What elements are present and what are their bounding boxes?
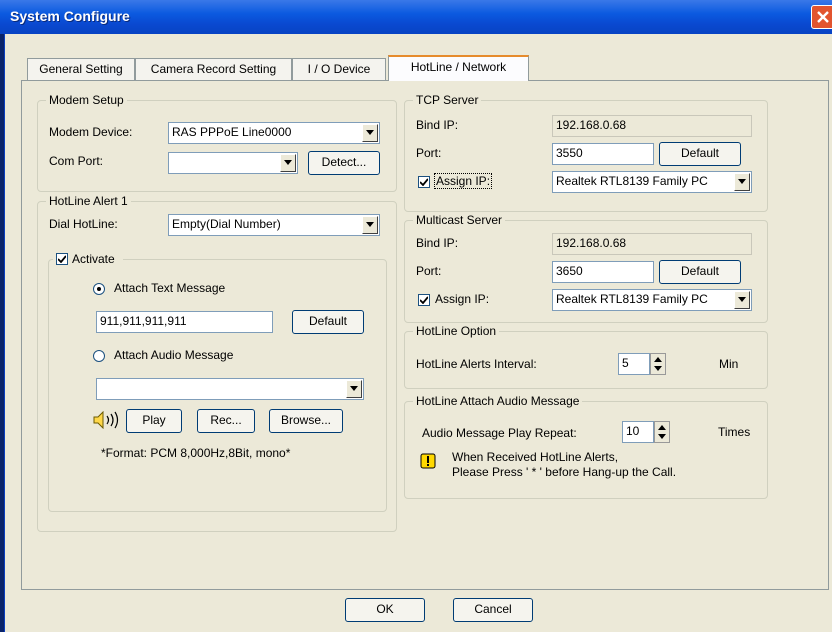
chevron-down-icon[interactable] xyxy=(346,380,362,398)
attach-text-radio[interactable] xyxy=(93,283,105,295)
activate-checkbox[interactable] xyxy=(56,253,68,265)
dial-hotline-select[interactable]: Empty(Dial Number) xyxy=(168,214,380,236)
hotline-option-legend: HotLine Option xyxy=(413,324,500,338)
multicast-bind-ip-label: Bind IP: xyxy=(416,236,459,250)
dial-hotline-value: Empty(Dial Number) xyxy=(172,217,281,231)
multicast-server-group: Multicast Server Bind IP: 192.168.0.68 P… xyxy=(404,213,768,323)
close-icon xyxy=(817,11,829,23)
attach-audio-label: Attach Audio Message xyxy=(114,348,234,362)
play-button[interactable]: Play xyxy=(126,409,182,433)
detect-button[interactable]: Detect... xyxy=(308,151,380,175)
multicast-port-input[interactable]: 3650 xyxy=(552,261,654,283)
dial-hotline-label: Dial HotLine: xyxy=(49,217,118,231)
chevron-down-icon xyxy=(658,434,666,439)
dialog-body: General Setting Camera Record Setting I … xyxy=(4,34,832,632)
close-button[interactable] xyxy=(811,5,832,29)
chevron-down-icon[interactable] xyxy=(362,216,378,234)
check-icon xyxy=(420,178,428,186)
window-title: System Configure xyxy=(10,8,130,24)
spin-up-button[interactable] xyxy=(655,422,669,432)
multicast-bind-ip-field: 192.168.0.68 xyxy=(552,233,752,255)
hotline-alert-legend: HotLine Alert 1 xyxy=(46,194,131,208)
speaker-icon xyxy=(93,411,119,429)
tcp-bind-ip-field: 192.168.0.68 xyxy=(552,115,752,137)
browse-button[interactable]: Browse... xyxy=(269,409,343,433)
spin-up-button[interactable] xyxy=(651,354,665,364)
chevron-down-icon xyxy=(654,366,662,371)
audio-file-select[interactable] xyxy=(96,378,364,400)
tab-hotline-network[interactable]: HotLine / Network xyxy=(388,55,529,81)
modem-setup-legend: Modem Setup xyxy=(46,93,127,107)
com-port-select[interactable] xyxy=(168,152,298,174)
check-icon xyxy=(58,255,66,263)
radio-selected-dot xyxy=(97,287,101,291)
modem-device-value: RAS PPPoE Line0000 xyxy=(172,125,292,139)
alerts-interval-label: HotLine Alerts Interval: xyxy=(416,357,537,371)
tab-io-device[interactable]: I / O Device xyxy=(292,58,386,80)
chevron-down-icon[interactable] xyxy=(362,124,378,142)
multicast-port-label: Port: xyxy=(416,264,442,278)
alerts-interval-spinner[interactable] xyxy=(650,353,666,375)
attach-audio-radio[interactable] xyxy=(93,350,105,362)
chevron-down-icon[interactable] xyxy=(734,173,750,191)
chevron-up-icon xyxy=(658,425,666,430)
tcp-assign-ip-label[interactable]: Assign IP: xyxy=(434,173,493,189)
audio-message-legend: HotLine Attach Audio Message xyxy=(413,394,583,408)
modem-device-label: Modem Device: xyxy=(49,125,133,139)
multicast-assign-ip-label: Assign IP: xyxy=(435,292,490,306)
alert-note-line2: Please Press ' * ' before Hang-up the Ca… xyxy=(452,465,677,479)
interval-unit: Min xyxy=(719,357,739,371)
multicast-assign-ip-checkbox[interactable] xyxy=(418,294,430,306)
cancel-button[interactable]: Cancel xyxy=(453,598,533,622)
spin-down-button[interactable] xyxy=(651,364,665,374)
activate-label: Activate xyxy=(72,252,115,266)
com-port-label: Com Port: xyxy=(49,154,104,168)
attach-text-label: Attach Text Message xyxy=(114,281,226,295)
activate-group: Activate Attach Text Message 911,911,911… xyxy=(48,251,387,512)
play-repeat-spinner[interactable] xyxy=(654,421,670,443)
chevron-down-icon[interactable] xyxy=(280,154,296,172)
multicast-adapter-select[interactable]: Realtek RTL8139 Family PC xyxy=(552,289,752,311)
hotline-network-panel: Modem Setup Modem Device: RAS PPPoE Line… xyxy=(21,80,829,590)
check-icon xyxy=(420,296,428,304)
tab-general-setting[interactable]: General Setting xyxy=(27,58,135,80)
tab-camera-record-setting[interactable]: Camera Record Setting xyxy=(135,58,292,80)
chevron-up-icon xyxy=(654,357,662,362)
text-message-input[interactable]: 911,911,911,911 xyxy=(96,311,273,333)
multicast-default-button[interactable]: Default xyxy=(659,260,741,284)
chevron-down-icon[interactable] xyxy=(734,291,750,309)
hotline-alert-group: HotLine Alert 1 Dial HotLine: Empty(Dial… xyxy=(37,194,397,532)
modem-setup-group: Modem Setup Modem Device: RAS PPPoE Line… xyxy=(37,93,397,192)
tcp-port-label: Port: xyxy=(416,146,442,160)
activate-legend: Activate xyxy=(53,251,123,269)
multicast-adapter-value: Realtek RTL8139 Family PC xyxy=(556,292,708,306)
tcp-server-group: TCP Server Bind IP: 192.168.0.68 Port: 3… xyxy=(404,93,768,212)
tcp-assign-ip-checkbox[interactable] xyxy=(418,176,430,188)
tcp-bind-ip-label: Bind IP: xyxy=(416,118,459,132)
warning-icon xyxy=(420,453,436,469)
ok-button[interactable]: OK xyxy=(345,598,425,622)
modem-device-select[interactable]: RAS PPPoE Line0000 xyxy=(168,122,380,144)
tcp-server-legend: TCP Server xyxy=(413,93,482,107)
tcp-adapter-select[interactable]: Realtek RTL8139 Family PC xyxy=(552,171,752,193)
rec-button[interactable]: Rec... xyxy=(197,409,255,433)
play-repeat-label: Audio Message Play Repeat: xyxy=(422,426,577,440)
text-default-button[interactable]: Default xyxy=(292,310,364,334)
tcp-adapter-value: Realtek RTL8139 Family PC xyxy=(556,174,708,188)
alert-note-line1: When Received HotLine Alerts, xyxy=(452,450,619,464)
alerts-interval-input[interactable]: 5 xyxy=(618,353,650,375)
tcp-default-button[interactable]: Default xyxy=(659,142,741,166)
audio-message-group: HotLine Attach Audio Message Audio Messa… xyxy=(404,394,768,499)
spin-down-button[interactable] xyxy=(655,432,669,442)
repeat-unit: Times xyxy=(718,425,751,439)
multicast-server-legend: Multicast Server xyxy=(413,213,506,227)
play-repeat-input[interactable]: 10 xyxy=(622,421,654,443)
title-bar[interactable]: System Configure xyxy=(0,0,832,34)
format-note: *Format: PCM 8,000Hz,8Bit, mono* xyxy=(101,446,291,460)
dialog-window: System Configure General Setting Camera … xyxy=(0,0,832,632)
tcp-port-input[interactable]: 3550 xyxy=(552,143,654,165)
hotline-option-group: HotLine Option HotLine Alerts Interval: … xyxy=(404,324,768,389)
